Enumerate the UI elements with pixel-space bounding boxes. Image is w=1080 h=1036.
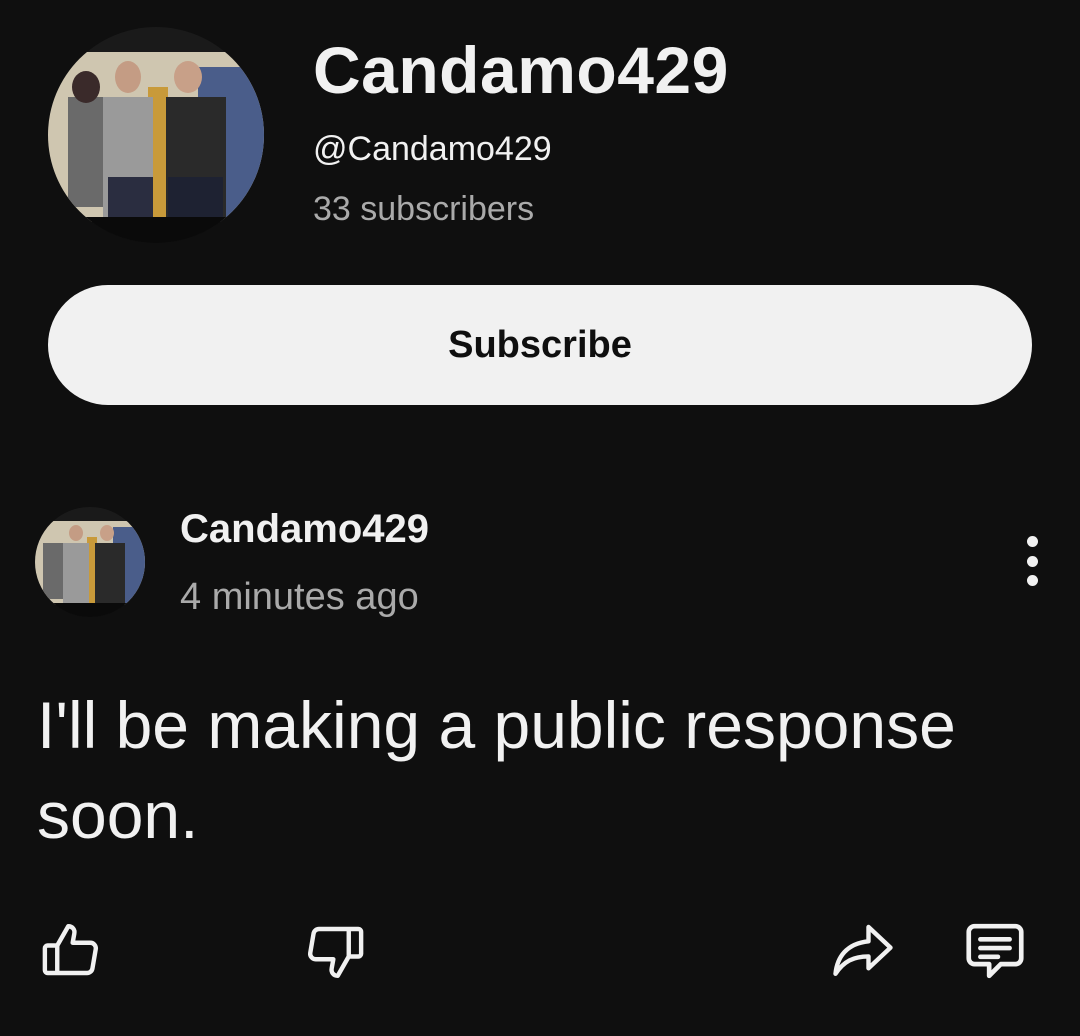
subscribe-button[interactable]: Subscribe <box>48 285 1032 405</box>
channel-name: Candamo429 <box>313 33 729 107</box>
post-author-avatar[interactable] <box>35 507 145 617</box>
like-button[interactable] <box>38 918 104 984</box>
thumbs-down-icon <box>308 926 364 978</box>
subscriber-count: 33 subscribers <box>313 190 535 228</box>
more-options-button[interactable] <box>1004 530 1060 592</box>
post-body: I'll be making a public response soon. <box>37 688 956 852</box>
post-author-name[interactable]: Candamo429 <box>180 505 429 553</box>
thumbs-up-icon <box>42 924 98 976</box>
channel-avatar[interactable] <box>48 27 264 243</box>
avatar-photo <box>48 27 264 243</box>
comment-icon <box>966 923 1024 979</box>
share-icon <box>833 924 893 976</box>
more-vertical-icon <box>1026 536 1038 547</box>
post-timestamp: 4 minutes ago <box>180 576 419 618</box>
comment-button[interactable] <box>960 916 1030 986</box>
avatar-photo-small <box>35 507 145 617</box>
channel-handle: @Candamo429 <box>313 130 552 168</box>
dislike-button[interactable] <box>302 918 368 984</box>
share-button[interactable] <box>828 916 898 982</box>
